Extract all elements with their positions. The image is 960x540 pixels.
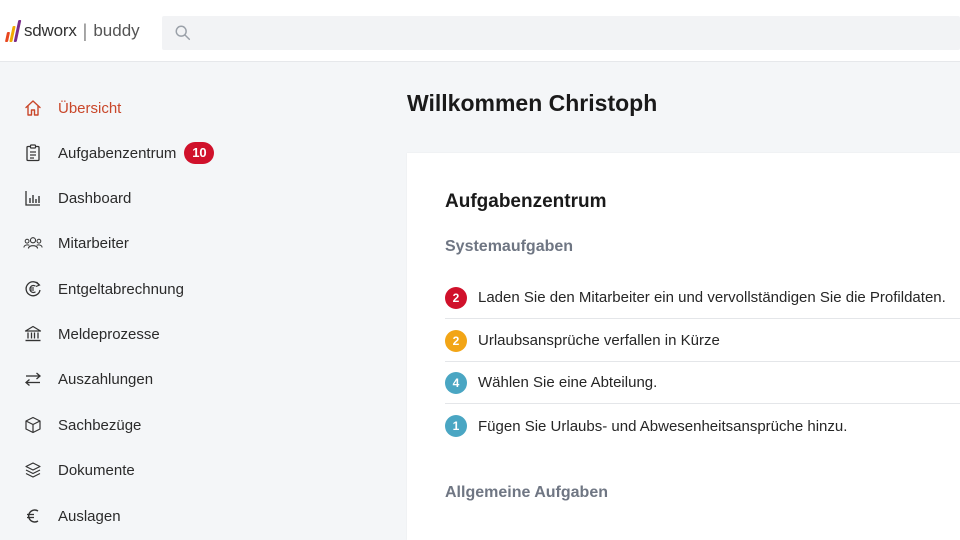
sidebar-item-mitarbeiter[interactable]: Mitarbeiter bbox=[22, 230, 129, 256]
sdworx-logo[interactable]: sdworx | buddy bbox=[4, 20, 140, 42]
sidebar-item-label: Mitarbeiter bbox=[58, 234, 129, 252]
task-row[interactable]: 4 Wählen Sie eine Abteilung. bbox=[445, 362, 960, 404]
sidebar-item-label: Auszahlungen bbox=[58, 370, 154, 388]
sidebar-item-label: Aufgabenzentrum bbox=[58, 144, 177, 162]
euro-cycle-icon bbox=[22, 278, 44, 300]
task-count-badge: 1 bbox=[445, 415, 467, 437]
logo-product-text: buddy bbox=[93, 21, 140, 40]
system-tasks-heading: Systemaufgaben bbox=[445, 238, 574, 255]
sidebar-item-aufgabenzentrum[interactable]: Aufgabenzentrum 10 bbox=[22, 140, 215, 166]
sidebar-item-label: Meldeprozesse bbox=[58, 325, 160, 343]
sidebar-item-meldeprozesse[interactable]: Meldeprozesse bbox=[22, 321, 160, 347]
general-tasks-heading: Allgemeine Aufgaben bbox=[445, 484, 608, 501]
logo-mark-icon bbox=[4, 20, 22, 42]
box-icon bbox=[22, 414, 44, 436]
bank-icon bbox=[22, 323, 44, 345]
logo-brand-text: sdworx bbox=[24, 21, 77, 40]
card-title: Aufgabenzentrum bbox=[445, 191, 607, 212]
task-count-badge: 4 bbox=[445, 371, 467, 394]
search-icon bbox=[175, 25, 191, 41]
task-count-badge: 2 bbox=[445, 329, 467, 352]
sidebar-item-auszahlungen[interactable]: Auszahlungen bbox=[22, 366, 153, 392]
task-count-badge: 2 bbox=[445, 286, 467, 309]
task-row[interactable]: 2 Laden Sie den Mitarbeiter ein und verv… bbox=[445, 277, 960, 319]
sidebar-item-label: Übersicht bbox=[58, 99, 122, 117]
clipboard-icon bbox=[22, 142, 44, 164]
sidebar-item-sachbezuege[interactable]: Sachbezüge bbox=[22, 412, 141, 438]
sidebar-item-label: Sachbezüge bbox=[58, 416, 142, 434]
sidebar-item-label: Dashboard bbox=[58, 189, 132, 207]
sidebar: Übersicht Aufgabenzentrum 10 Dashboard M… bbox=[0, 63, 390, 540]
task-center-card: Aufgabenzentrum Systemaufgaben 2 Laden S… bbox=[407, 153, 960, 540]
euro-icon bbox=[22, 505, 44, 527]
search-bar[interactable] bbox=[162, 16, 960, 50]
task-text: Wählen Sie eine Abteilung. bbox=[478, 374, 658, 391]
sidebar-item-dashboard[interactable]: Dashboard bbox=[22, 185, 131, 211]
sidebar-item-label: Dokumente bbox=[58, 461, 135, 479]
sidebar-item-uebersicht[interactable]: Übersicht bbox=[22, 95, 121, 121]
sidebar-item-dokumente[interactable]: Dokumente bbox=[22, 457, 135, 483]
sidebar-item-label: Auslagen bbox=[58, 507, 121, 525]
users-icon bbox=[22, 232, 44, 254]
layers-icon bbox=[22, 459, 44, 481]
task-text: Fügen Sie Urlaubs- und Abwesenheitsanspr… bbox=[478, 417, 848, 435]
bar-chart-icon bbox=[22, 187, 44, 209]
sidebar-item-auslagen[interactable]: Auslagen bbox=[22, 503, 121, 529]
transfer-arrows-icon bbox=[22, 368, 44, 390]
task-row[interactable]: 2 Urlaubsansprüche verfallen in Kürze bbox=[445, 320, 960, 362]
sidebar-item-entgeltabrechnung[interactable]: Entgeltabrechnung bbox=[22, 276, 184, 302]
task-text: Urlaubsansprüche verfallen in Kürze bbox=[478, 332, 720, 349]
task-row[interactable]: 1 Fügen Sie Urlaubs- und Abwesenheitsans… bbox=[445, 405, 960, 447]
home-icon bbox=[22, 97, 44, 119]
task-count-badge: 10 bbox=[184, 142, 215, 164]
search-input[interactable] bbox=[202, 16, 942, 50]
sidebar-item-label: Entgeltabrechnung bbox=[58, 280, 184, 298]
page-title: Willkommen Christoph bbox=[407, 90, 658, 116]
logo-separator: | bbox=[82, 20, 88, 41]
top-bar: sdworx | buddy bbox=[0, 0, 960, 62]
task-text: Laden Sie den Mitarbeiter ein und vervol… bbox=[478, 289, 946, 306]
